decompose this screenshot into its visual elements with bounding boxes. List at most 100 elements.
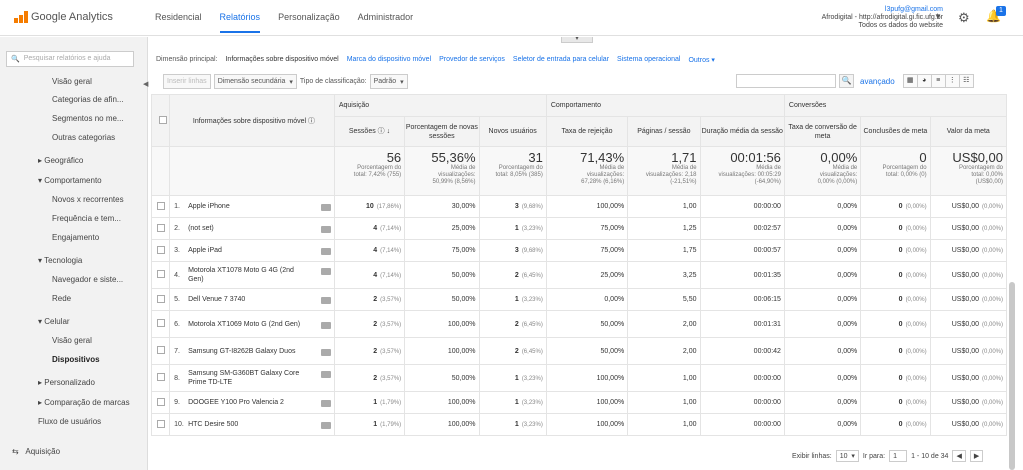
nav-administrador[interactable]: Administrador — [358, 12, 414, 33]
sidebar-item-frequencia[interactable]: Frequência e tem... — [52, 214, 121, 223]
dimension-link-sistema[interactable]: Sistema operacional — [617, 56, 680, 64]
sidebar-item-rede[interactable]: Rede — [52, 294, 71, 303]
device-cell[interactable]: 9. DOOGEE Y100 Pro Valencia 2 — [169, 391, 335, 414]
camera-icon[interactable] — [320, 226, 331, 233]
advanced-link[interactable]: avançado — [860, 77, 895, 86]
row-checkbox[interactable] — [156, 319, 165, 327]
sidebar-item-personalizado[interactable]: ▸ Personalizado — [38, 378, 95, 387]
device-cell[interactable]: 8.Samsung SM-G360BT Galaxy Core Prime TD… — [169, 364, 335, 392]
dimension-link-outros[interactable]: Outros ▾ — [688, 56, 714, 64]
table-row[interactable]: 4.Motorola XT1078 Moto G 4G (2nd Gen) 4(… — [150, 261, 1008, 289]
sidebar-item-outras[interactable]: Outras categorias — [52, 133, 115, 142]
sidebar-item-comportamento[interactable]: ▾ Comportamento — [38, 176, 102, 185]
sidebar-item-navegador[interactable]: Navegador e siste... — [52, 275, 123, 284]
device-cell[interactable]: 4.Motorola XT1078 Moto G 4G (2nd Gen) — [169, 261, 335, 289]
nav-relatorios[interactable]: Relatórios — [219, 12, 261, 33]
sidebar-item-categorias[interactable]: Categorias de afin... — [52, 95, 124, 104]
device-cell[interactable]: 5. Dell Venue 7 3740 — [169, 288, 335, 311]
goto-input[interactable]: 1 — [889, 450, 908, 462]
row-checkbox[interactable] — [156, 373, 165, 381]
col-conclusoes[interactable]: Conclusões de meta — [860, 116, 931, 147]
account-dropdown-icon[interactable]: ▼ — [934, 12, 942, 21]
select-all-checkbox[interactable] — [158, 115, 167, 124]
pie-view-icon[interactable]: ◕ — [916, 74, 932, 88]
row-checkbox[interactable] — [156, 270, 165, 278]
device-cell[interactable]: 2. (not set) — [169, 217, 335, 240]
device-cell[interactable]: 3. Apple iPad — [169, 239, 335, 262]
search-input[interactable]: 🔍 Pesquisar relatórios e ajuda — [6, 51, 134, 67]
camera-icon[interactable] — [320, 422, 331, 429]
ga-logo[interactable]: Google Analytics — [14, 11, 113, 23]
col-paginas-sessao[interactable]: Páginas / sessão — [627, 116, 701, 147]
row-checkbox[interactable] — [156, 245, 165, 254]
table-row[interactable]: 2. (not set) 4 (7,14%) 25,00% 1 (3,23%) 75,… — [150, 217, 1008, 240]
sidebar-item-dispositivos[interactable]: Dispositivos — [52, 355, 100, 364]
account-selector[interactable]: l3pufg@gmail.com Afrodigital - http://af… — [822, 6, 943, 30]
sidebar-item-aquisicao[interactable]: ⇆ Aquisição — [12, 447, 60, 456]
secondary-dimension-dropdown[interactable]: Dimensão secundária ▾ — [213, 74, 297, 89]
camera-icon[interactable] — [320, 348, 331, 356]
dimension-link-provedor[interactable]: Provedor de serviços — [439, 56, 505, 64]
table-row[interactable]: 6. Motorola XT1069 Moto G (2nd Gen) 2 (3,5… — [150, 310, 1008, 338]
col-novas-sessoes[interactable]: Porcentagem de novas sessões — [404, 116, 480, 147]
row-checkbox[interactable] — [156, 419, 165, 428]
col-taxa-conversao[interactable]: Taxa de conversão de meta — [783, 116, 862, 147]
rows-per-page-select[interactable]: 10 ▾ — [835, 450, 859, 462]
dimension-link-seletor[interactable]: Seletor de entrada para celular — [513, 56, 609, 64]
table-row[interactable]: 5. Dell Venue 7 3740 2 (3,57%) 50,00% 1 (3,… — [150, 288, 1008, 311]
camera-icon[interactable] — [320, 268, 331, 275]
next-page-button[interactable]: ▶ — [969, 450, 984, 462]
camera-icon[interactable] — [320, 204, 331, 211]
collapse-sidebar-icon[interactable]: ◀ — [143, 80, 148, 88]
camera-icon[interactable] — [320, 400, 331, 407]
sidebar-item-fluxo[interactable]: Fluxo de usuários — [38, 417, 101, 426]
col-duracao[interactable]: Duração média da sessão — [699, 116, 785, 147]
table-row[interactable]: 1. Apple iPhone 10 (17,86%) 30,00% 3 (9,68%… — [150, 195, 1008, 218]
row-checkbox[interactable] — [156, 201, 165, 210]
col-sessoes[interactable]: Sessões ⓘ ↓ — [333, 116, 406, 147]
table-view-icon[interactable]: ▦ — [902, 74, 918, 88]
row-checkbox[interactable] — [156, 346, 165, 354]
camera-icon[interactable] — [320, 321, 331, 329]
table-row[interactable]: 9. DOOGEE Y100 Pro Valencia 2 1 (1,79%) 10… — [150, 391, 1008, 414]
camera-icon[interactable] — [320, 248, 331, 255]
sort-type-dropdown[interactable]: Padrão ▾ — [369, 74, 408, 89]
sidebar-item-engajamento[interactable]: Engajamento — [52, 233, 99, 242]
plot-rows-button[interactable]: Inserir linhas — [163, 74, 211, 89]
sidebar-item-novos[interactable]: Novos x recorrentes — [52, 195, 124, 204]
performance-view-icon[interactable]: ≡ — [930, 74, 946, 88]
sidebar-item-tecnologia[interactable]: ▾ Tecnologia — [38, 256, 82, 265]
dimension-header[interactable]: Informações sobre dispositivo móvel ⓘ — [169, 94, 335, 147]
device-cell[interactable]: 1. Apple iPhone — [169, 195, 335, 218]
camera-icon[interactable] — [320, 297, 331, 304]
row-checkbox[interactable] — [156, 397, 165, 406]
device-cell[interactable]: 6. Motorola XT1069 Moto G (2nd Gen) — [169, 310, 335, 338]
sidebar-item-visao-geral-1[interactable]: Visão geral — [52, 77, 92, 86]
comparison-view-icon[interactable]: ⋮ — [944, 74, 960, 88]
device-cell[interactable]: 10. HTC Desire 500 — [169, 413, 335, 436]
camera-icon[interactable] — [320, 371, 331, 378]
col-novos-usuarios[interactable]: Novos usuários — [478, 116, 547, 147]
nav-personalizacao[interactable]: Personalização — [278, 12, 340, 33]
table-row[interactable]: 7. Samsung GT-I8262B Galaxy Duos 2 (3,57%)… — [150, 337, 1008, 365]
gear-icon[interactable]: ⚙ — [958, 10, 970, 26]
table-row[interactable]: 8.Samsung SM-G360BT Galaxy Core Prime TD… — [150, 364, 1008, 392]
table-row[interactable]: 10. HTC Desire 500 1 (1,79%) 100,00% 1 (3,2… — [150, 413, 1008, 436]
sidebar-item-comparacao[interactable]: ▸ Comparação de marcas — [38, 398, 130, 407]
sidebar-item-geografico[interactable]: ▸ Geográfico — [38, 156, 83, 165]
row-checkbox[interactable] — [156, 294, 165, 303]
table-search-input[interactable] — [736, 74, 836, 88]
prev-page-button[interactable]: ◀ — [952, 450, 966, 462]
sidebar-item-segmentos[interactable]: Segmentos no me... — [52, 114, 124, 123]
sidebar-item-visao-geral-2[interactable]: Visão geral — [52, 336, 92, 345]
dimension-link-marca[interactable]: Marca do dispositivo móvel — [347, 56, 431, 64]
collapse-chart-tab[interactable]: ▾ — [561, 36, 593, 43]
col-valor-meta[interactable]: Valor da meta — [929, 116, 1008, 147]
page-scrollbar[interactable] — [1009, 282, 1015, 470]
table-row[interactable]: 3. Apple iPad 4 (7,14%) 75,00% 3 (9,68%) 75… — [150, 239, 1008, 262]
nav-residencial[interactable]: Residencial — [155, 12, 202, 33]
device-cell[interactable]: 7. Samsung GT-I8262B Galaxy Duos — [169, 337, 335, 365]
col-taxa-rejeicao[interactable]: Taxa de rejeição — [545, 116, 629, 147]
search-icon[interactable]: 🔍 — [839, 74, 854, 88]
row-checkbox[interactable] — [156, 223, 165, 232]
